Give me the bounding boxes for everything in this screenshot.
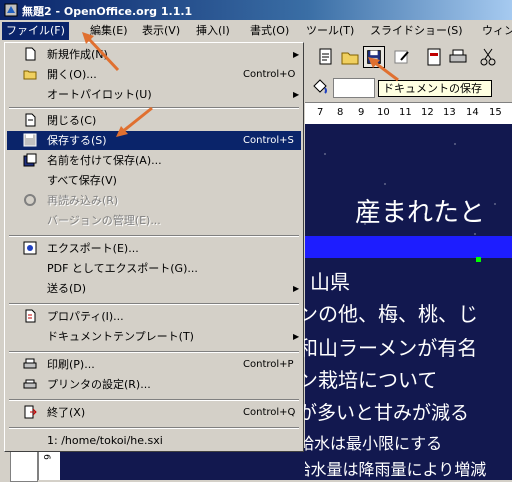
menu-item-print[interactable]: 印刷(P)... Control+P: [7, 355, 301, 374]
window-title: 無題2 - OpenOffice.org 1.1.1: [22, 5, 193, 18]
menu-separator: [9, 303, 299, 305]
submenu-arrow-icon: ▶: [293, 90, 300, 99]
menu-slideshow[interactable]: スライドショー(S): [366, 22, 467, 40]
submenu-arrow-icon: ▶: [293, 50, 300, 59]
menu-item-export-pdf[interactable]: PDF としてエクスポート(G)...: [7, 259, 301, 278]
menu-item-save-all[interactable]: すべて保存(V): [7, 171, 301, 190]
selection-handle[interactable]: [476, 257, 481, 262]
menu-item-send[interactable]: 送る(D) ▶: [7, 279, 301, 298]
menu-separator: [9, 351, 299, 353]
export-icon: [23, 241, 37, 255]
menu-bar: ファイル(F) 編集(E) 表示(V) 挿入(I) 書式(O) ツール(T) ス…: [0, 20, 512, 43]
menu-insert[interactable]: 挿入(I): [192, 22, 234, 40]
slide-canvas-edge: [60, 448, 305, 480]
submenu-arrow-icon: ▶: [293, 332, 300, 341]
menu-item-printer-settings[interactable]: プリンタの設定(R)...: [7, 375, 301, 394]
new-document-icon: [25, 47, 36, 61]
menu-separator: [9, 427, 299, 429]
open-folder-icon: [23, 70, 37, 80]
slide-bullet: • 給水量は降雨量により増減: [280, 460, 487, 479]
menu-item-versions[interactable]: バージョンの管理(E)...: [7, 211, 301, 230]
ruler: 7 8 9 10 11 12 13 14 15: [305, 102, 512, 126]
menu-item-properties[interactable]: プロパティ(I)...: [7, 307, 301, 326]
slide-bullet: 和山ラーメンが有名: [298, 336, 478, 360]
menu-item-autopilot[interactable]: オートパイロット(U) ▶: [7, 85, 301, 104]
slide-bullet: ンの他、梅、桃、じ: [298, 302, 478, 326]
edit-mode-icon[interactable]: [391, 46, 413, 68]
open-folder-icon[interactable]: [339, 46, 361, 68]
menu-separator: [9, 107, 299, 109]
menu-item-open[interactable]: 開く(O)... Control+O: [7, 65, 301, 84]
shortcut-save: Control+S: [243, 135, 294, 146]
reload-icon: [24, 194, 36, 206]
submenu-arrow-icon: ▶: [293, 284, 300, 293]
shortcut-print: Control+P: [243, 359, 294, 370]
menu-item-exit[interactable]: 終了(X) Control+Q: [7, 403, 301, 422]
ruler-tick: 12: [421, 107, 434, 118]
save-as-icon: [23, 153, 37, 167]
shortcut-open: Control+O: [243, 69, 296, 80]
menu-view[interactable]: 表示(V): [138, 22, 184, 40]
print-icon[interactable]: [447, 46, 469, 68]
menu-item-new[interactable]: 新規作成(N) ▶: [7, 45, 301, 64]
app-icon: [4, 3, 18, 17]
slide-bullet: が多いと甘みが減る: [298, 402, 470, 424]
exit-icon: [24, 405, 37, 419]
cut-icon[interactable]: [477, 46, 499, 68]
function-toolbar: [305, 42, 512, 73]
ruler-tick: 10: [377, 107, 390, 118]
menu-edit[interactable]: 編集(E): [86, 22, 132, 40]
slide-bullet: 給水は最小限にする: [298, 434, 443, 453]
save-floppy-icon: [23, 133, 37, 147]
ruler-tick: 14: [466, 107, 479, 118]
ruler-tick: 8: [337, 107, 344, 118]
file-menu-dropdown: 新規作成(N) ▶ 開く(O)... Control+O オートパイロット(U)…: [4, 42, 304, 452]
menu-tools[interactable]: ツール(T): [302, 22, 358, 40]
ruler-tick: 9: [358, 107, 365, 118]
print-icon: [23, 358, 37, 369]
drawing-tool-icon[interactable]: [10, 448, 38, 482]
menu-item-templates[interactable]: ドキュメントテンプレート(T) ▶: [7, 327, 301, 346]
menu-item-reload[interactable]: 再読み込み(R): [7, 191, 301, 210]
menu-file[interactable]: ファイル(F): [2, 22, 69, 40]
slide-thumbnail[interactable]: 6: [38, 448, 61, 480]
slide-bullet: 山県: [310, 270, 350, 294]
save-icon[interactable]: [363, 46, 385, 68]
ruler-tick: 7: [317, 107, 324, 118]
shortcut-exit: Control+Q: [243, 407, 296, 418]
edit-file-icon[interactable]: [315, 46, 337, 68]
properties-icon: [25, 309, 36, 323]
menu-item-save[interactable]: 保存する(S) Control+S: [7, 131, 301, 150]
menu-format[interactable]: 書式(O): [246, 22, 293, 40]
slide-bullet: ン栽培について: [298, 368, 438, 392]
slide-title[interactable]: 産まれたと: [355, 192, 485, 229]
menu-window[interactable]: ウィン: [478, 22, 512, 40]
close-document-icon: [25, 113, 36, 127]
fill-bucket-icon[interactable]: [309, 76, 331, 98]
title-bar: 無題2 - OpenOffice.org 1.1.1: [0, 0, 512, 20]
slide-number: 6: [40, 454, 51, 460]
export-pdf-icon[interactable]: [423, 46, 445, 68]
menu-item-recent-file[interactable]: 1: /home/tokoi/he.sxi: [7, 431, 301, 450]
slide-title-band: [305, 236, 512, 258]
menu-item-close[interactable]: 閉じる(C): [7, 111, 301, 130]
menu-separator: [9, 399, 299, 401]
save-tooltip: ドキュメントの保存: [378, 80, 492, 97]
ruler-tick: 15: [489, 107, 502, 118]
menu-item-export[interactable]: エクスポート(E)...: [7, 239, 301, 258]
menu-separator: [9, 235, 299, 237]
printer-settings-icon: [23, 379, 37, 389]
style-select[interactable]: [333, 78, 375, 98]
menu-item-save-as[interactable]: 名前を付けて保存(A)...: [7, 151, 301, 170]
ruler-tick: 11: [399, 107, 412, 118]
ruler-tick: 13: [443, 107, 456, 118]
